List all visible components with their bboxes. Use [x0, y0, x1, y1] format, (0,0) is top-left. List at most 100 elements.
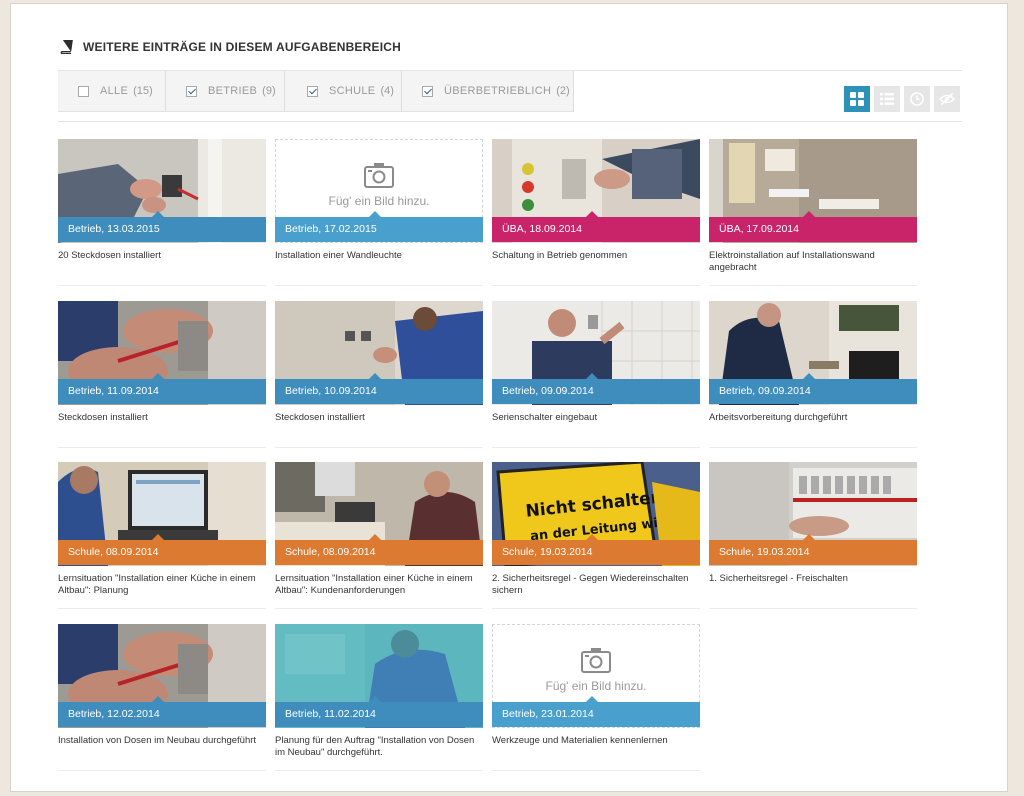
entry-date-band: Betrieb, 13.03.2015	[58, 211, 266, 242]
section-title: WEITERE EINTRÄGE IN DIESEM AUFGABENBEREI…	[83, 40, 401, 54]
entry-card[interactable]: Betrieb, 11.02.2014 Planung für den Auft…	[275, 624, 483, 771]
filter-label: ÜBERBETRIEBLICH	[444, 85, 552, 97]
entry-date-band: Betrieb, 23.01.2014	[492, 696, 700, 727]
filter-tab-betrieb[interactable]: BETRIEB (9)	[166, 71, 285, 111]
entry-date-band: Betrieb, 12.02.2014	[58, 696, 266, 727]
entry-card[interactable]: Füg' ein Bild hinzu. Betrieb, 17.02.2015…	[275, 139, 483, 286]
hide-eye-icon	[939, 92, 955, 106]
card-divider	[492, 608, 700, 609]
add-image-text: Füg' ein Bild hinzu.	[328, 194, 430, 208]
entry-date: Betrieb, 09.09.2014	[719, 385, 811, 397]
list-view-icon	[880, 93, 894, 105]
filter-tab-schule[interactable]: SCHULE (4)	[285, 71, 402, 111]
entry-date-band: Betrieb, 11.09.2014	[58, 373, 266, 404]
entry-card[interactable]: Füg' ein Bild hinzu. Betrieb, 23.01.2014…	[492, 624, 700, 771]
entries-panel: WEITERE EINTRÄGE IN DIESEM AUFGABENBEREI…	[10, 3, 1008, 792]
filter-count: (2)	[556, 85, 570, 97]
camera-icon	[581, 648, 611, 673]
entry-caption[interactable]: Lernsituation "Installation einer Küche …	[275, 573, 483, 597]
card-divider	[275, 285, 483, 286]
grid-view-button[interactable]	[844, 86, 870, 112]
entry-date: Schule, 08.09.2014	[68, 546, 159, 558]
entry-caption[interactable]: Schaltung in Betrieb genommen	[492, 250, 700, 262]
section-header: WEITERE EINTRÄGE IN DIESEM AUFGABENBEREI…	[58, 39, 401, 55]
checkbox-betrieb[interactable]	[186, 85, 197, 97]
card-divider	[492, 285, 700, 286]
entry-date: Betrieb, 13.03.2015	[68, 223, 160, 235]
filter-bar: ALLE (15) BETRIEB (9) SCHULE (4) ÜBERBET…	[58, 70, 962, 122]
entry-date-band: Betrieb, 17.02.2015	[275, 211, 483, 242]
entry-date: Betrieb, 17.02.2015	[285, 223, 377, 235]
entry-caption[interactable]: Steckdosen installiert	[275, 412, 483, 424]
entry-date: Betrieb, 12.02.2014	[68, 708, 160, 720]
camera-icon	[364, 163, 394, 188]
entry-card[interactable]: ÜBA, 17.09.2014 Elektroinstallation auf …	[709, 139, 917, 286]
entry-caption[interactable]: Installation von Dosen im Neubau durchge…	[58, 735, 266, 747]
filter-count: (15)	[133, 85, 153, 97]
list-view-button[interactable]	[874, 86, 900, 112]
entry-card[interactable]: Betrieb, 11.09.2014 Steckdosen installie…	[58, 301, 266, 448]
entry-card[interactable]: Schule, 08.09.2014 Lernsituation "Instal…	[58, 462, 266, 609]
entry-caption[interactable]: 2. Sicherheitsregel - Gegen Wiedereinsch…	[492, 573, 700, 597]
entry-card[interactable]: Betrieb, 09.09.2014 Arbeitsvorbereitung …	[709, 301, 917, 448]
entry-date: Betrieb, 11.02.2014	[285, 708, 376, 720]
checkbox-schule[interactable]	[307, 85, 318, 97]
entry-card[interactable]: Schule, 08.09.2014 Lernsituation "Instal…	[275, 462, 483, 609]
checkbox-alle[interactable]	[78, 85, 89, 97]
card-divider	[58, 608, 266, 609]
entry-date-band: ÜBA, 17.09.2014	[709, 211, 917, 242]
entry-date-band: Betrieb, 10.09.2014	[275, 373, 483, 404]
entry-date: Betrieb, 23.01.2014	[502, 708, 594, 720]
card-divider	[275, 447, 483, 448]
entry-card[interactable]: Betrieb, 10.09.2014 Steckdosen installie…	[275, 301, 483, 448]
entry-card[interactable]: Schule, 19.03.2014 1. Sicherheitsregel -…	[709, 462, 917, 609]
clock-icon	[910, 92, 924, 106]
filter-count: (4)	[380, 85, 394, 97]
entry-card[interactable]: Betrieb, 12.02.2014 Installation von Dos…	[58, 624, 266, 771]
entry-date: ÜBA, 18.09.2014	[502, 223, 582, 235]
entry-date: Betrieb, 11.09.2014	[68, 385, 159, 397]
entry-date: Betrieb, 10.09.2014	[285, 385, 377, 397]
filter-count: (9)	[262, 85, 276, 97]
entry-date: Schule, 19.03.2014	[719, 546, 810, 558]
hide-button[interactable]	[934, 86, 960, 112]
entry-date: ÜBA, 17.09.2014	[719, 223, 799, 235]
entry-card[interactable]: Betrieb, 09.09.2014 Serienschalter einge…	[492, 301, 700, 448]
entry-caption[interactable]: Werkzeuge und Materialien kennenlernen	[492, 735, 700, 747]
entry-date-band: Schule, 08.09.2014	[58, 534, 266, 565]
entry-caption[interactable]: Steckdosen installiert	[58, 412, 266, 424]
card-divider	[58, 447, 266, 448]
card-divider	[492, 447, 700, 448]
clock-button[interactable]	[904, 86, 930, 112]
entry-date-band: ÜBA, 18.09.2014	[492, 211, 700, 242]
card-divider	[58, 285, 266, 286]
entry-card[interactable]: ÜBA, 18.09.2014 Schaltung in Betrieb gen…	[492, 139, 700, 286]
entry-date: Schule, 08.09.2014	[285, 546, 376, 558]
entry-caption[interactable]: Serienschalter eingebaut	[492, 412, 700, 424]
entry-date: Betrieb, 09.09.2014	[502, 385, 594, 397]
filter-tab-alle[interactable]: ALLE (15)	[58, 71, 166, 111]
filter-label: SCHULE	[329, 85, 376, 97]
entry-date-band: Schule, 19.03.2014	[492, 534, 700, 565]
entry-date-band: Schule, 08.09.2014	[275, 534, 483, 565]
card-divider	[492, 770, 700, 771]
grid-view-icon	[850, 92, 864, 106]
entry-caption[interactable]: Arbeitsvorbereitung durchgeführt	[709, 412, 917, 424]
card-divider	[275, 770, 483, 771]
card-divider	[709, 608, 917, 609]
entry-caption[interactable]: Installation einer Wandleuchte	[275, 250, 483, 262]
filter-tab-ueberbetrieblich[interactable]: ÜBERBETRIEBLICH (2)	[402, 71, 573, 111]
entry-caption[interactable]: Planung für den Auftrag "Installation vo…	[275, 735, 483, 759]
entry-caption[interactable]: 1. Sicherheitsregel - Freischalten	[709, 573, 917, 585]
checkbox-ueberbetrieblich[interactable]	[422, 85, 433, 97]
add-image-text: Füg' ein Bild hinzu.	[545, 679, 647, 693]
entry-date: Schule, 19.03.2014	[502, 546, 593, 558]
entry-card[interactable]: Nicht schalten, an der Leitung wird Schu…	[492, 462, 700, 609]
filter-label: ALLE	[100, 85, 129, 97]
card-divider	[709, 447, 917, 448]
entry-caption[interactable]: Lernsituation "Installation einer Küche …	[58, 573, 266, 597]
entry-card[interactable]: Betrieb, 13.03.2015 20 Steckdosen instal…	[58, 139, 266, 286]
entry-caption[interactable]: 20 Steckdosen installiert	[58, 250, 266, 262]
card-divider	[58, 770, 266, 771]
entry-caption[interactable]: Elektroinstallation auf Installationswan…	[709, 250, 917, 274]
